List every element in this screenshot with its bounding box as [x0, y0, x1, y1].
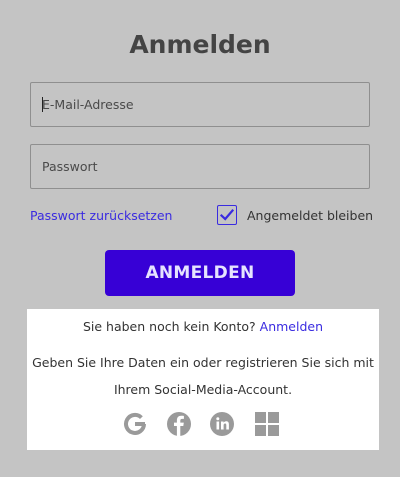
- no-account-text: Sie haben noch kein Konto?: [82, 319, 256, 334]
- email-input[interactable]: [42, 97, 369, 112]
- password-field[interactable]: [30, 144, 370, 189]
- signup-panel: Sie haben noch kein Konto? Anmelden Gebe…: [27, 309, 379, 450]
- microsoft-icon[interactable]: [254, 411, 280, 437]
- social-login-row: [27, 411, 379, 437]
- password-input[interactable]: [42, 159, 369, 174]
- page-title: Anmelden: [129, 30, 271, 59]
- reset-password-link[interactable]: Passwort zurücksetzen: [30, 208, 172, 223]
- register-link[interactable]: Anmelden: [260, 319, 323, 334]
- remember-me[interactable]: Angemeldet bleiben: [217, 205, 373, 225]
- linkedin-icon[interactable]: [209, 411, 235, 437]
- login-button[interactable]: ANMELDEN: [105, 250, 295, 296]
- remember-me-label: Angemeldet bleiben: [247, 207, 374, 223]
- social-info-text: Geben Sie Ihre Daten ein oder registrier…: [32, 355, 374, 397]
- remember-me-checkbox[interactable]: [217, 205, 237, 225]
- email-field[interactable]: [30, 82, 370, 127]
- checkmark-icon: [220, 208, 234, 221]
- no-account-line: Sie haben noch kein Konto? Anmelden: [27, 319, 379, 334]
- facebook-icon[interactable]: [166, 411, 192, 437]
- google-icon[interactable]: [122, 411, 148, 437]
